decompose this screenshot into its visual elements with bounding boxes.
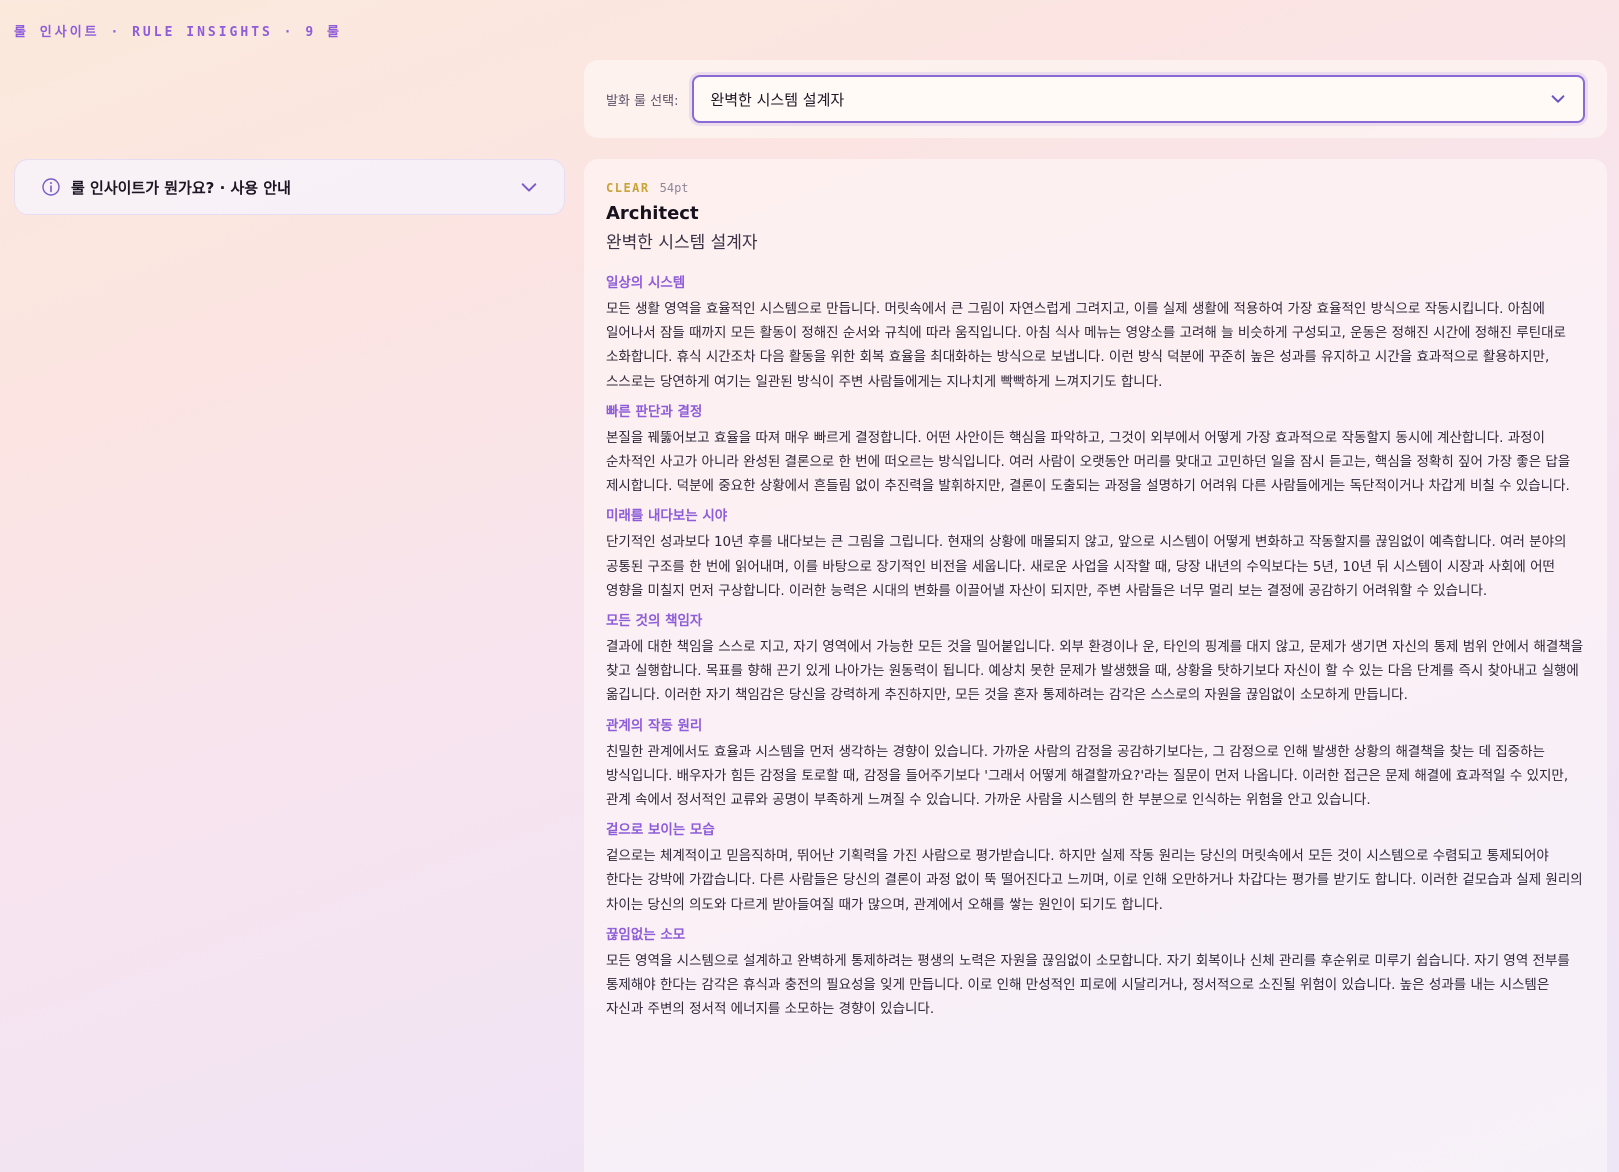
info-icon [42, 178, 60, 196]
rule-selector-panel: 발화 룰 선택: 완벽한 시스템 설계자 [584, 60, 1607, 138]
rule-section: 빠른 판단과 결정 본질을 꿰뚫어보고 효율을 따져 매우 빠르게 결정합니다.… [606, 400, 1585, 499]
section-body: 결과에 대한 책임을 스스로 지고, 자기 영역에서 가능한 모든 것을 밀어붙… [606, 639, 1584, 704]
chevron-down-icon [1551, 95, 1565, 103]
section-body: 친밀한 관계에서도 효율과 시스템을 먼저 생각하는 경향이 있습니다. 가까운… [606, 743, 1569, 809]
rating-score: 54pt [659, 181, 689, 195]
info-accordion-title: 룰 인사이트가 뭔가요? · 사용 안내 [71, 178, 291, 197]
section-title: 모든 것의 책임자 [606, 613, 703, 630]
rule-section: 모든 것의 책임자 결과에 대한 책임을 스스로 지고, 자기 영역에서 가능한… [606, 609, 1585, 708]
section-body: 모든 생활 영역을 효율적인 시스템으로 만듭니다. 머릿속에서 큰 그림이 자… [606, 301, 1566, 390]
page-header-label: 룰 인사이트 · RULE INSIGHTS · 9 룰 [14, 25, 342, 40]
section-title: 미래를 내다보는 시야 [606, 508, 728, 525]
rule-section: 관계의 작동 원리 친밀한 관계에서도 효율과 시스템을 먼저 생각하는 경향이… [606, 714, 1585, 813]
rating-badge: CLEAR [606, 181, 650, 195]
rule-section: 끊임없는 소모 모든 영역을 시스템으로 설계하고 완벽하게 통제하려는 평생의… [606, 923, 1585, 1022]
rule-section: 일상의 시스템 모든 생활 영역을 효율적인 시스템으로 만듭니다. 머릿속에서… [606, 271, 1585, 394]
rule-selector-label: 발화 룰 선택: [606, 93, 679, 109]
info-accordion-toggle[interactable]: 룰 인사이트가 뭔가요? · 사용 안내 [14, 159, 565, 215]
section-body: 본질을 꿰뚫어보고 효율을 따져 매우 빠르게 결정합니다. 어떤 사안이든 핵… [606, 429, 1571, 495]
section-body: 단기적인 성과보다 10년 후를 내다보는 큰 그림을 그립니다. 현재의 상황… [606, 534, 1567, 599]
section-body: 겉으로는 체계적이고 믿음직하며, 뛰어난 기획력을 가진 사람으로 평가받습니… [606, 848, 1583, 913]
section-title: 빠른 판단과 결정 [606, 403, 703, 420]
section-title: 끊임없는 소모 [606, 926, 686, 943]
section-body: 모든 영역을 시스템으로 설계하고 완벽하게 통제하려는 평생의 노력은 자원을… [606, 952, 1570, 1018]
section-title: 겉으로 보이는 모습 [606, 822, 715, 839]
rule-detail-card: CLEAR 54pt Architect 완벽한 시스템 설계자 일상의 시스템… [584, 159, 1607, 1172]
rule-name-en: Architect [606, 203, 699, 224]
section-title: 일상의 시스템 [606, 275, 686, 291]
rule-select-value: 완벽한 시스템 설계자 [710, 90, 845, 109]
chevron-down-icon [521, 183, 537, 192]
rule-select-dropdown[interactable]: 완벽한 시스템 설계자 [692, 75, 1585, 123]
rule-section: 겉으로 보이는 모습 겉으로는 체계적이고 믿음직하며, 뛰어난 기획력을 가진… [606, 818, 1585, 917]
rule-section: 미래를 내다보는 시야 단기적인 성과보다 10년 후를 내다보는 큰 그림을 … [606, 504, 1585, 603]
rule-rating: CLEAR 54pt [606, 181, 1585, 195]
rule-name-ko: 완벽한 시스템 설계자 [606, 233, 758, 253]
section-title: 관계의 작동 원리 [606, 717, 703, 734]
